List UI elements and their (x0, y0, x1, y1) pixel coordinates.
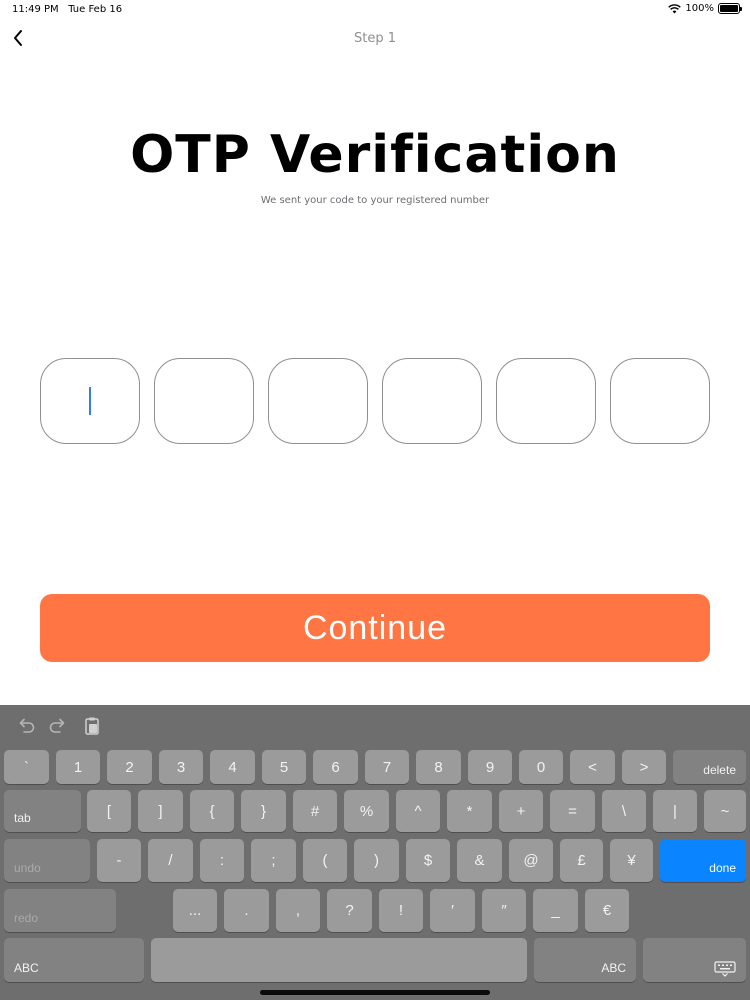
key[interactable]: € (585, 889, 629, 932)
key[interactable]: 8 (416, 750, 461, 784)
abc-key-right[interactable]: ABC (534, 938, 636, 982)
key[interactable]: % (344, 790, 389, 832)
keyboard-dismiss-icon (714, 961, 736, 977)
battery-icon (718, 3, 742, 14)
key[interactable]: ... (173, 889, 217, 932)
keyboard-toolbar (0, 705, 750, 747)
key[interactable]: 4 (210, 750, 255, 784)
key[interactable]: * (447, 790, 492, 832)
key[interactable]: = (550, 790, 595, 832)
continue-button[interactable]: Continue (40, 594, 710, 662)
keyboard: ` 1 2 3 4 5 6 7 8 9 0 < > delete tab [ ]… (0, 705, 750, 1000)
done-key[interactable]: done (660, 839, 746, 882)
home-indicator (260, 990, 490, 995)
key[interactable]: ¥ (610, 839, 653, 882)
key[interactable]: 3 (159, 750, 203, 784)
key[interactable]: ′ (430, 889, 475, 932)
status-right: 100% (668, 3, 742, 14)
key[interactable]: , (276, 889, 320, 932)
key[interactable]: # (293, 790, 337, 832)
key[interactable]: $ (406, 839, 450, 882)
tab-key[interactable]: tab (4, 790, 81, 832)
key[interactable]: | (653, 790, 697, 832)
key[interactable]: : (200, 839, 244, 882)
key[interactable]: ″ (482, 889, 526, 932)
undo-key[interactable]: undo (4, 839, 90, 882)
status-date: Tue Feb 16 (68, 4, 123, 15)
key[interactable]: ? (327, 889, 372, 932)
space-key[interactable] (151, 938, 527, 982)
key[interactable]: ) (354, 839, 399, 882)
key[interactable]: £ (560, 839, 603, 882)
key[interactable]: @ (509, 839, 553, 882)
status-time: 11:49 PM Tue Feb 16 (12, 4, 122, 15)
key[interactable]: / (148, 839, 193, 882)
key[interactable]: ( (303, 839, 347, 882)
key[interactable]: < (570, 750, 615, 784)
key[interactable]: & (457, 839, 502, 882)
key[interactable]: { (190, 790, 234, 832)
key[interactable]: 1 (56, 750, 100, 784)
key[interactable]: > (622, 750, 666, 784)
abc-key-left[interactable]: ABC (4, 938, 144, 982)
page-title: OTP Verification (130, 125, 620, 185)
key[interactable]: + (499, 790, 543, 832)
key[interactable]: ^ (396, 790, 440, 832)
keyboard-dismiss-key[interactable] (643, 938, 746, 982)
status-bar: 11:49 PM Tue Feb 16 100% (0, 0, 750, 20)
text-cursor (89, 387, 91, 415)
redo-icon[interactable] (47, 715, 69, 737)
key[interactable]: 7 (365, 750, 409, 784)
key[interactable]: [ (87, 790, 131, 832)
key[interactable]: _ (533, 889, 578, 932)
key[interactable]: } (241, 790, 286, 832)
key[interactable]: . (224, 889, 269, 932)
key[interactable]: ] (138, 790, 183, 832)
key[interactable]: 6 (313, 750, 358, 784)
key[interactable]: 0 (519, 750, 563, 784)
otp-input-1[interactable] (40, 358, 140, 444)
key[interactable]: ~ (704, 790, 746, 832)
key[interactable]: ; (251, 839, 296, 882)
key[interactable]: \ (602, 790, 646, 832)
key[interactable]: 2 (107, 750, 152, 784)
paste-icon[interactable] (81, 715, 103, 737)
key[interactable]: - (97, 839, 141, 882)
otp-input-3[interactable] (268, 358, 368, 444)
wifi-icon (668, 3, 682, 13)
otp-input-2[interactable] (154, 358, 254, 444)
key[interactable]: ! (379, 889, 423, 932)
key[interactable]: 9 (468, 750, 512, 784)
otp-input-5[interactable] (496, 358, 596, 444)
delete-key[interactable]: delete (673, 750, 746, 784)
key[interactable]: 5 (262, 750, 306, 784)
otp-input-6[interactable] (610, 358, 710, 444)
redo-key[interactable]: redo (4, 889, 116, 932)
undo-icon[interactable] (15, 715, 37, 737)
step-label: Step 1 (353, 31, 396, 46)
key[interactable]: ` (4, 750, 49, 784)
otp-input-4[interactable] (382, 358, 482, 444)
status-clock: 11:49 PM (12, 4, 59, 15)
page-subtitle: We sent your code to your registered num… (260, 195, 490, 206)
battery-percent: 100% (685, 3, 714, 14)
